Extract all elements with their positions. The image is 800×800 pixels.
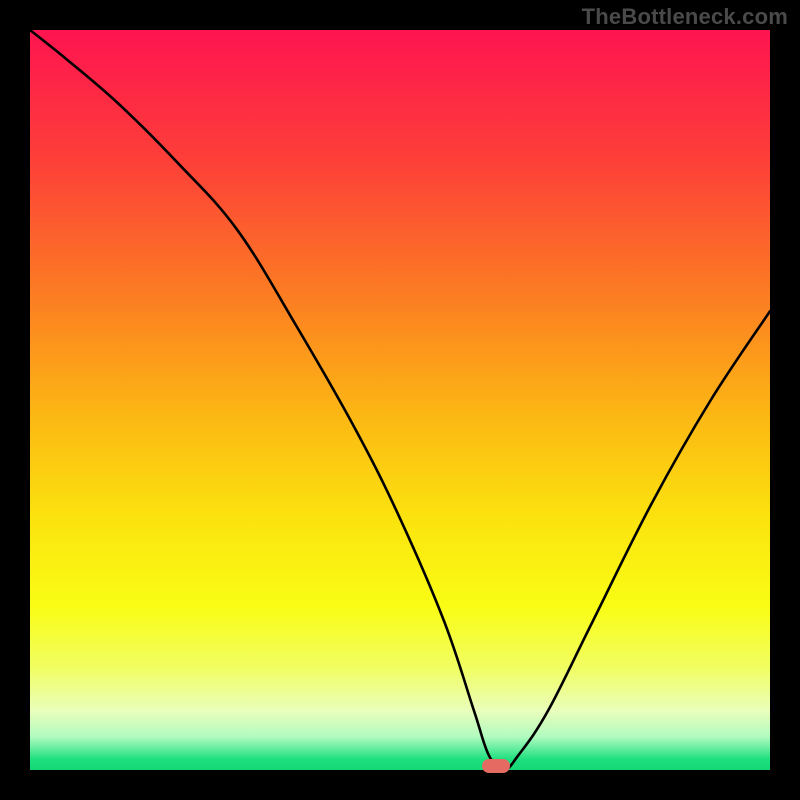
chart-frame: TheBottleneck.com: [0, 0, 800, 800]
sweet-spot-marker: [482, 759, 510, 773]
plot-area: [30, 30, 770, 770]
watermark-text: TheBottleneck.com: [582, 4, 788, 30]
bottleneck-curve: [30, 30, 770, 770]
